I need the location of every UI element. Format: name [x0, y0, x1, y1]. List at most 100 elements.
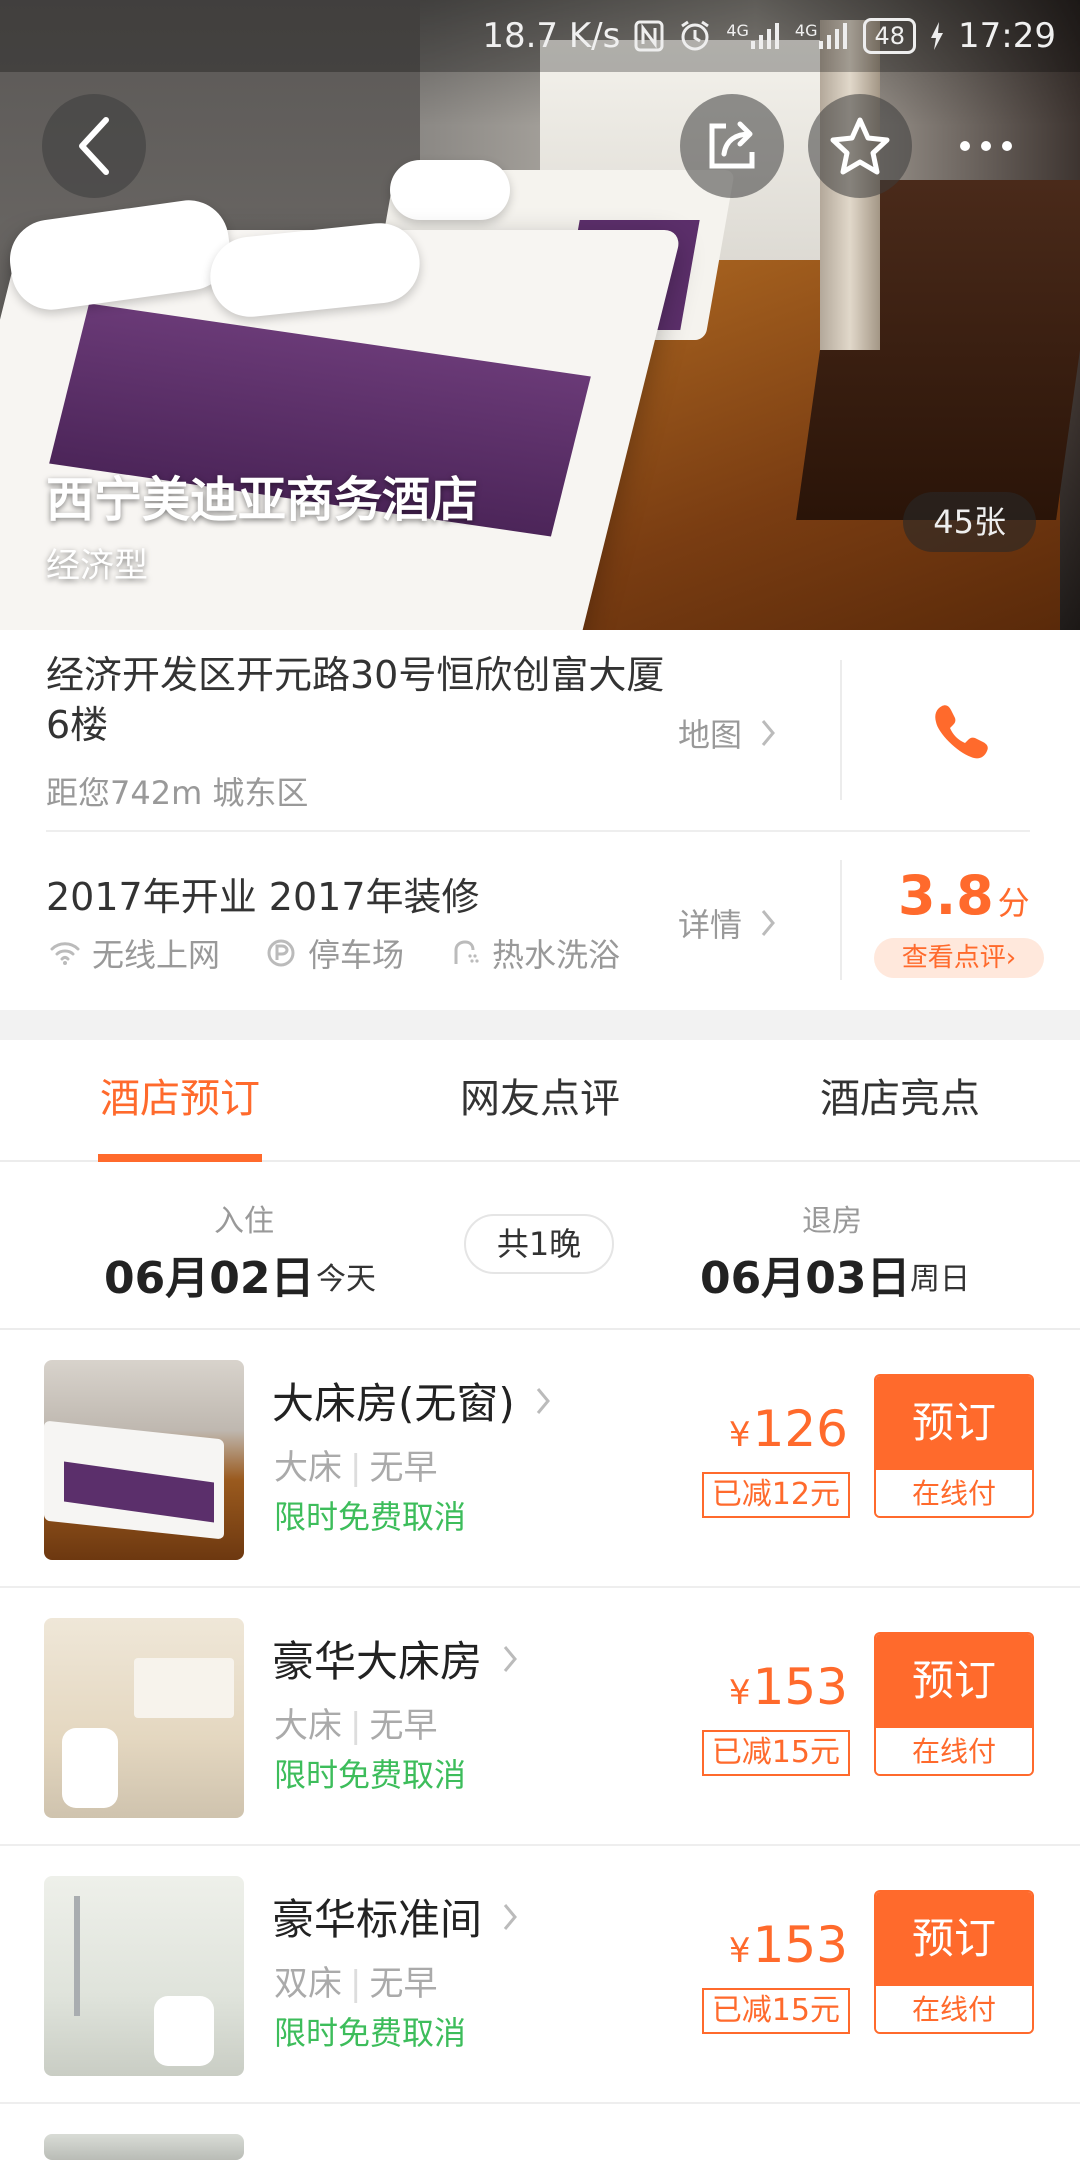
room-name-label: 大床房(无窗) — [272, 1379, 515, 1428]
currency-symbol: ¥ — [728, 1673, 751, 1713]
checkout-date[interactable]: 06月03日 — [700, 1242, 910, 1306]
chevron-right-icon — [761, 720, 775, 746]
room-cancel-policy: 限时免费取消 — [274, 1498, 467, 1536]
favorite-button[interactable] — [808, 94, 912, 198]
network-speed: 18.7 K/s — [482, 16, 621, 56]
nfc-icon — [634, 20, 664, 52]
status-bar: 18.7 K/s 4G 4G 48 17:29 — [0, 0, 1080, 72]
map-link-label: 地图 — [678, 716, 743, 754]
room-breakfast: 无早 — [369, 1964, 438, 2004]
details-link[interactable]: 详情 — [678, 900, 776, 946]
payment-type: 在线付 — [876, 1728, 1032, 1774]
book-button-label: 预订 — [876, 1376, 1032, 1470]
room-discount: 已减12元 — [701, 1472, 850, 1518]
divider — [840, 660, 842, 800]
more-button[interactable] — [934, 94, 1038, 198]
amenity-label: 无线上网 — [92, 936, 221, 974]
room-item[interactable]: 大床房(无窗) 大床 | 无早 限时免费取消 ¥126 已减12元 预订 在线付 — [0, 1330, 1080, 1588]
room-tags: 大床 | 无早 — [274, 1440, 437, 1489]
battery-icon: 48 — [863, 18, 917, 54]
tag-separator: | — [350, 1964, 362, 2004]
room-breakfast: 无早 — [369, 1706, 438, 1746]
divider — [840, 860, 842, 980]
room-price: ¥126 — [729, 1400, 848, 1458]
share-icon — [709, 121, 755, 169]
share-button[interactable] — [680, 94, 784, 198]
room-photo-toilet — [62, 1728, 118, 1808]
checkin-date[interactable]: 06月02日 — [104, 1242, 314, 1306]
checkout-day: 周日 — [910, 1262, 970, 1297]
book-button[interactable]: 预订 在线付 — [874, 1890, 1034, 2034]
view-reviews-button[interactable]: 查看点评› — [874, 938, 1044, 978]
room-tags: 大床 | 无早 — [274, 1698, 437, 1747]
room-discount: 已减15元 — [701, 1730, 850, 1776]
price-value: 153 — [752, 1916, 848, 1974]
room-photo[interactable] — [44, 1876, 244, 2076]
amenity-wifi: 无线上网 — [50, 930, 220, 976]
opening-info: 2017年开业 2017年装修 — [46, 875, 480, 919]
room-bed-type: 大床 — [274, 1448, 342, 1488]
chevron-right-icon — [503, 1645, 517, 1672]
room-photo-sink — [134, 1658, 234, 1718]
room-breakfast: 无早 — [369, 1448, 438, 1488]
map-link[interactable]: 地图 — [678, 710, 776, 756]
room-photo[interactable] — [44, 1618, 244, 1818]
signal-icon: 4G — [726, 21, 781, 51]
back-button[interactable] — [42, 94, 146, 198]
room-tags: 双床 | 无早 — [274, 1956, 437, 2005]
amenity-label: 热水洗浴 — [492, 936, 621, 974]
room-item[interactable]: 豪华标准间 双床 | 无早 限时免费取消 ¥153 已减15元 预订 在线付 — [0, 1846, 1080, 2104]
room-cancel-policy: 限时免费取消 — [274, 1756, 467, 1794]
room-price: ¥153 — [729, 1658, 848, 1716]
clock: 17:29 — [958, 16, 1056, 56]
tab-booking[interactable]: 酒店预订 — [0, 1040, 360, 1162]
hero-pillow — [390, 160, 510, 220]
checkin-day: 今天 — [316, 1262, 376, 1297]
more-icon — [960, 141, 1012, 151]
currency-symbol: ¥ — [728, 1415, 751, 1455]
score-unit: 分 — [997, 884, 1030, 922]
book-button[interactable]: 预订 在线付 — [874, 1374, 1034, 1518]
amenity-shower: 热水洗浴 — [450, 930, 620, 976]
hotel-score[interactable]: 3.8 分 — [898, 864, 1030, 927]
chevron-right-icon — [503, 1903, 517, 1930]
hotel-name: 西宁美迪亚商务酒店 — [46, 472, 479, 528]
tab-reviews[interactable]: 网友点评 — [360, 1040, 720, 1160]
section-separator — [0, 1010, 1080, 1040]
currency-symbol: ¥ — [728, 1931, 751, 1971]
hotel-address[interactable]: 经济开发区开元路30号恒欣创富大厦6楼 — [46, 650, 666, 750]
hotel-info-section: 经济开发区开元路30号恒欣创富大厦6楼 距您742m 城东区 地图 2017年开… — [0, 630, 1080, 1010]
book-button-label: 预订 — [876, 1634, 1032, 1728]
network-type-label: 4G — [794, 21, 818, 40]
room-photo[interactable] — [44, 2134, 244, 2160]
room-name[interactable]: 豪华大床房 — [272, 1628, 518, 1689]
date-selector[interactable]: 入住 06月02日 今天 共1晚 退房 06月03日 周日 — [0, 1162, 1080, 1330]
network-type-label: 4G — [726, 21, 749, 40]
phone-icon[interactable] — [930, 700, 990, 760]
room-name[interactable]: 豪华标准间 — [272, 1886, 518, 1947]
room-photo-toilet — [154, 1996, 214, 2066]
room-item[interactable]: 豪华大床房 大床 | 无早 限时免费取消 ¥153 已减15元 预订 在线付 — [0, 1588, 1080, 1846]
room-bed-type: 双床 — [274, 1964, 342, 2004]
photo-count-badge[interactable]: 45张 — [903, 492, 1036, 552]
view-reviews-label: 查看点评 — [901, 943, 1006, 973]
room-cancel-policy: 限时免费取消 — [274, 2014, 467, 2052]
tab-bar: 酒店预订 网友点评 酒店亮点 — [0, 1040, 1080, 1162]
room-name[interactable]: 大床房(无窗) — [272, 1370, 551, 1431]
score-value: 3.8 — [898, 864, 994, 927]
hotel-hero-photo[interactable]: 18.7 K/s 4G 4G 48 17:29 西宁美迪亚商务酒店 经济型 45… — [0, 0, 1080, 630]
amenity-parking: 停车场 — [266, 930, 404, 976]
star-icon — [830, 117, 890, 175]
room-name-label: 豪华大床房 — [272, 1637, 483, 1686]
signal-icon: 4G — [795, 21, 850, 51]
alarm-icon — [678, 19, 712, 53]
parking-icon — [267, 939, 295, 967]
book-button[interactable]: 预订 在线付 — [874, 1632, 1034, 1776]
amenity-list: 无线上网 停车场 热水洗浴 — [50, 930, 620, 976]
tab-highlights[interactable]: 酒店亮点 — [720, 1040, 1080, 1160]
room-item[interactable] — [0, 2104, 1080, 2160]
wifi-icon — [50, 942, 80, 965]
book-button-label: 预订 — [876, 1892, 1032, 1986]
charging-icon — [930, 22, 944, 50]
room-photo[interactable] — [44, 1360, 244, 1560]
